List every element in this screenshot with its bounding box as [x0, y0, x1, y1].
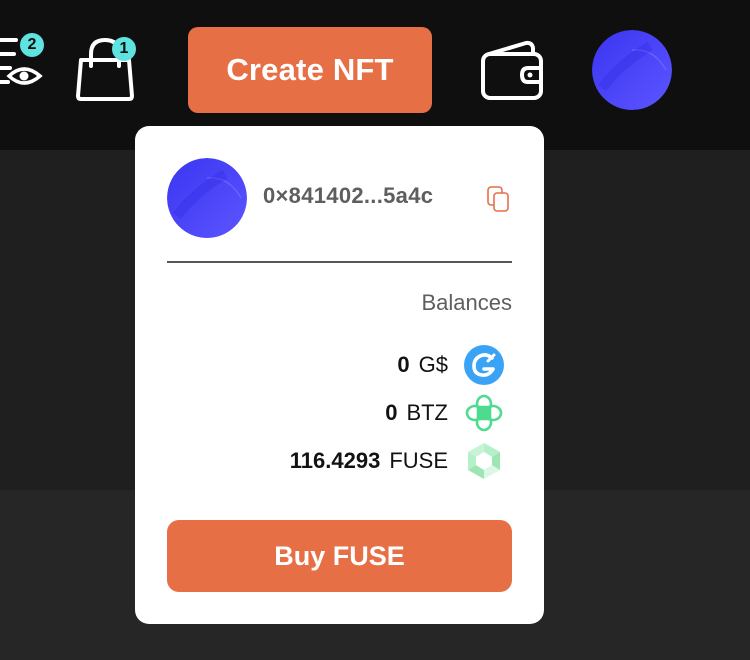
cart-count-badge: 1	[112, 37, 136, 61]
balance-amount: 116.4293	[289, 448, 381, 473]
copy-icon	[487, 186, 509, 212]
create-nft-button[interactable]: Create NFT	[188, 27, 432, 113]
balance-symbol: BTZ	[406, 400, 448, 425]
watchlist-count-badge: 2	[20, 33, 44, 57]
wallet-button[interactable]	[480, 38, 546, 102]
balance-row-gooddollar: 0 G$	[397, 343, 504, 387]
gooddollar-icon	[464, 345, 504, 385]
balance-symbol: FUSE	[389, 448, 448, 473]
balance-row-btz: 0 BTZ	[385, 391, 504, 435]
avatar	[167, 158, 247, 238]
wallet-dropdown-menu: 0×841402...5a4c Balances 0 G$ 0 BTZ 116.…	[135, 126, 544, 624]
copy-address-button[interactable]	[486, 185, 512, 213]
btz-icon	[465, 394, 503, 432]
avatar	[592, 30, 672, 110]
wallet-avatar	[167, 158, 247, 238]
balance-symbol: G$	[418, 352, 448, 377]
fuse-icon	[468, 443, 500, 479]
watchlist-button[interactable]: 2	[0, 30, 48, 100]
wallet-icon	[481, 40, 543, 100]
balance-amount: 0	[397, 352, 410, 377]
divider	[167, 261, 512, 263]
balance-row-fuse: 116.4293 FUSE	[290, 439, 504, 483]
buy-fuse-button[interactable]: Buy FUSE	[167, 520, 512, 592]
balance-amount: 0	[385, 400, 398, 425]
balances-heading: Balances	[421, 290, 512, 315]
user-avatar-button[interactable]	[592, 30, 672, 110]
wallet-address: 0×841402...5a4c	[263, 183, 434, 208]
cart-button[interactable]: 1	[74, 34, 140, 102]
